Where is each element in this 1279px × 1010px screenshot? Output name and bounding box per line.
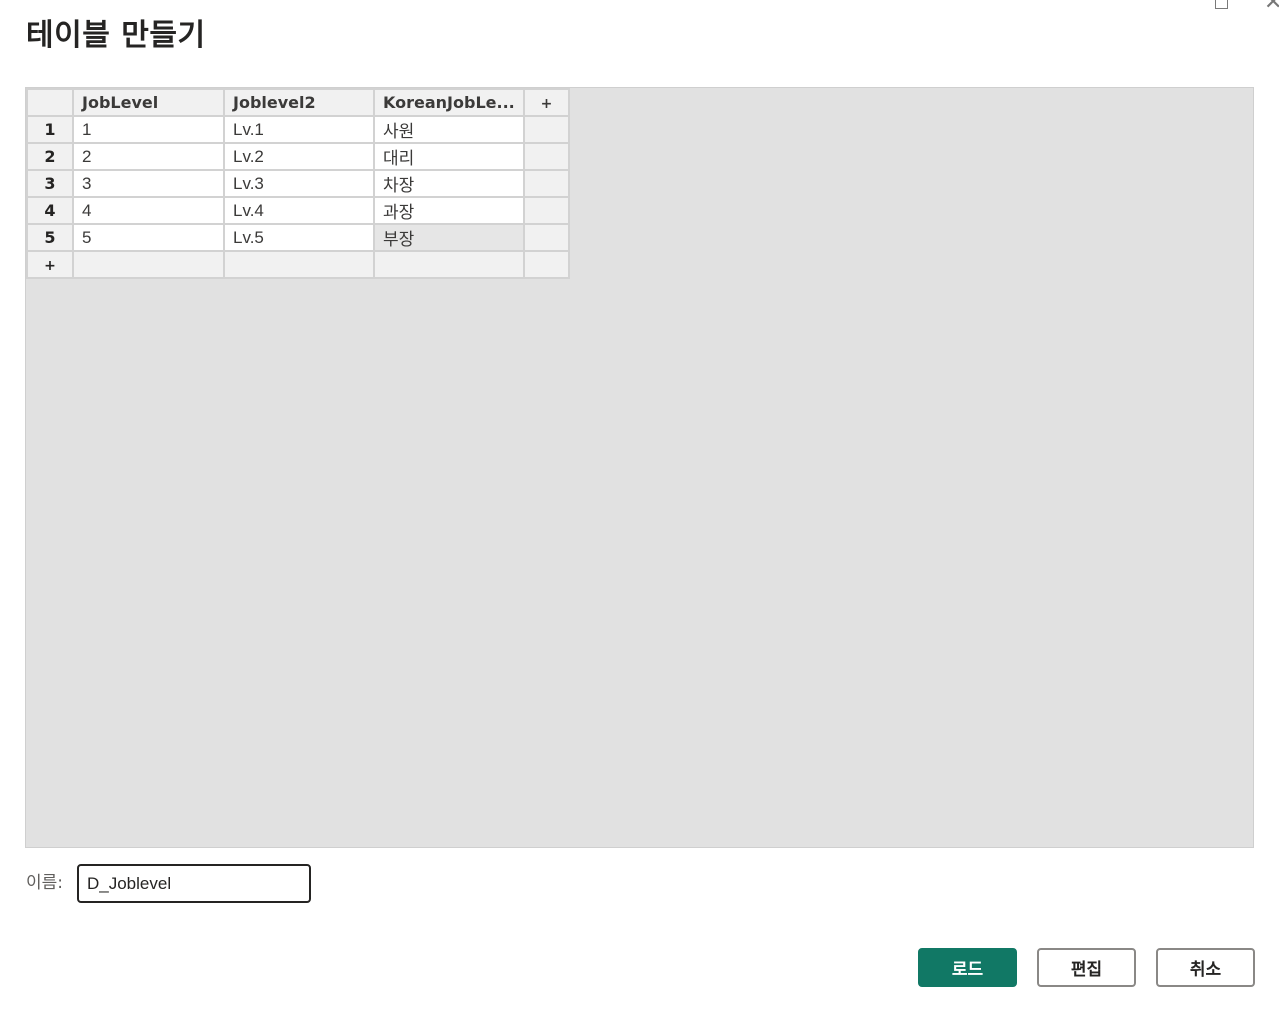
- table-cell[interactable]: Lv.1: [223, 115, 375, 144]
- empty-cell: [523, 223, 570, 252]
- add-column-button[interactable]: +: [523, 88, 570, 117]
- table-cell[interactable]: Lv.2: [223, 142, 375, 171]
- plus-icon: +: [44, 258, 56, 274]
- empty-cell: [523, 142, 570, 171]
- column-header-joblevel[interactable]: JobLevel: [72, 88, 225, 117]
- column-header-koreanjoblevel[interactable]: KoreanJobLe...: [373, 88, 525, 117]
- empty-cell: [523, 115, 570, 144]
- table-name-input[interactable]: [77, 864, 311, 903]
- table-cell[interactable]: 3: [72, 169, 225, 198]
- load-button[interactable]: 로드: [918, 948, 1017, 987]
- empty-cell: [373, 250, 525, 279]
- dialog-title: 테이블 만들기: [26, 18, 206, 53]
- row-number[interactable]: 2: [26, 142, 74, 171]
- table-row: 1 1 Lv.1 사원: [26, 115, 570, 144]
- table-row: 5 5 Lv.5 부장: [26, 223, 570, 252]
- column-header-joblevel2[interactable]: Joblevel2: [223, 88, 375, 117]
- cancel-button[interactable]: 취소: [1156, 948, 1255, 987]
- table-row: 2 2 Lv.2 대리: [26, 142, 570, 171]
- empty-cell: [523, 250, 570, 279]
- row-number[interactable]: 3: [26, 169, 74, 198]
- table-cell[interactable]: 과장: [373, 196, 525, 225]
- table-cell[interactable]: 5: [72, 223, 225, 252]
- row-number[interactable]: 4: [26, 196, 74, 225]
- edit-button[interactable]: 편집: [1037, 948, 1136, 987]
- add-row-button[interactable]: +: [26, 250, 74, 279]
- row-number[interactable]: 5: [26, 223, 74, 252]
- name-label: 이름:: [26, 873, 64, 893]
- row-number[interactable]: 1: [26, 115, 74, 144]
- empty-cell: [523, 169, 570, 198]
- data-table: JobLevel Joblevel2 KoreanJobLe... + 1 1 …: [26, 88, 570, 279]
- empty-cell: [223, 250, 375, 279]
- table-cell-selected[interactable]: 부장: [373, 223, 525, 252]
- table-cell[interactable]: 차장: [373, 169, 525, 198]
- table-cell[interactable]: Lv.4: [223, 196, 375, 225]
- table-editor-area: JobLevel Joblevel2 KoreanJobLe... + 1 1 …: [25, 87, 1254, 848]
- table-cell[interactable]: 1: [72, 115, 225, 144]
- empty-cell: [523, 196, 570, 225]
- table-cell[interactable]: 2: [72, 142, 225, 171]
- table-row: 3 3 Lv.3 차장: [26, 169, 570, 198]
- maximize-icon[interactable]: [1215, 0, 1228, 9]
- table-cell[interactable]: 4: [72, 196, 225, 225]
- table-cell[interactable]: 대리: [373, 142, 525, 171]
- plus-icon: +: [540, 96, 553, 112]
- empty-cell: [72, 250, 225, 279]
- corner-cell[interactable]: [26, 88, 74, 117]
- close-icon[interactable]: ✕: [1264, 0, 1279, 15]
- add-row: +: [26, 250, 570, 279]
- table-cell[interactable]: Lv.5: [223, 223, 375, 252]
- table-cell[interactable]: Lv.3: [223, 169, 375, 198]
- table-row: 4 4 Lv.4 과장: [26, 196, 570, 225]
- table-cell[interactable]: 사원: [373, 115, 525, 144]
- header-row: JobLevel Joblevel2 KoreanJobLe... +: [26, 88, 570, 117]
